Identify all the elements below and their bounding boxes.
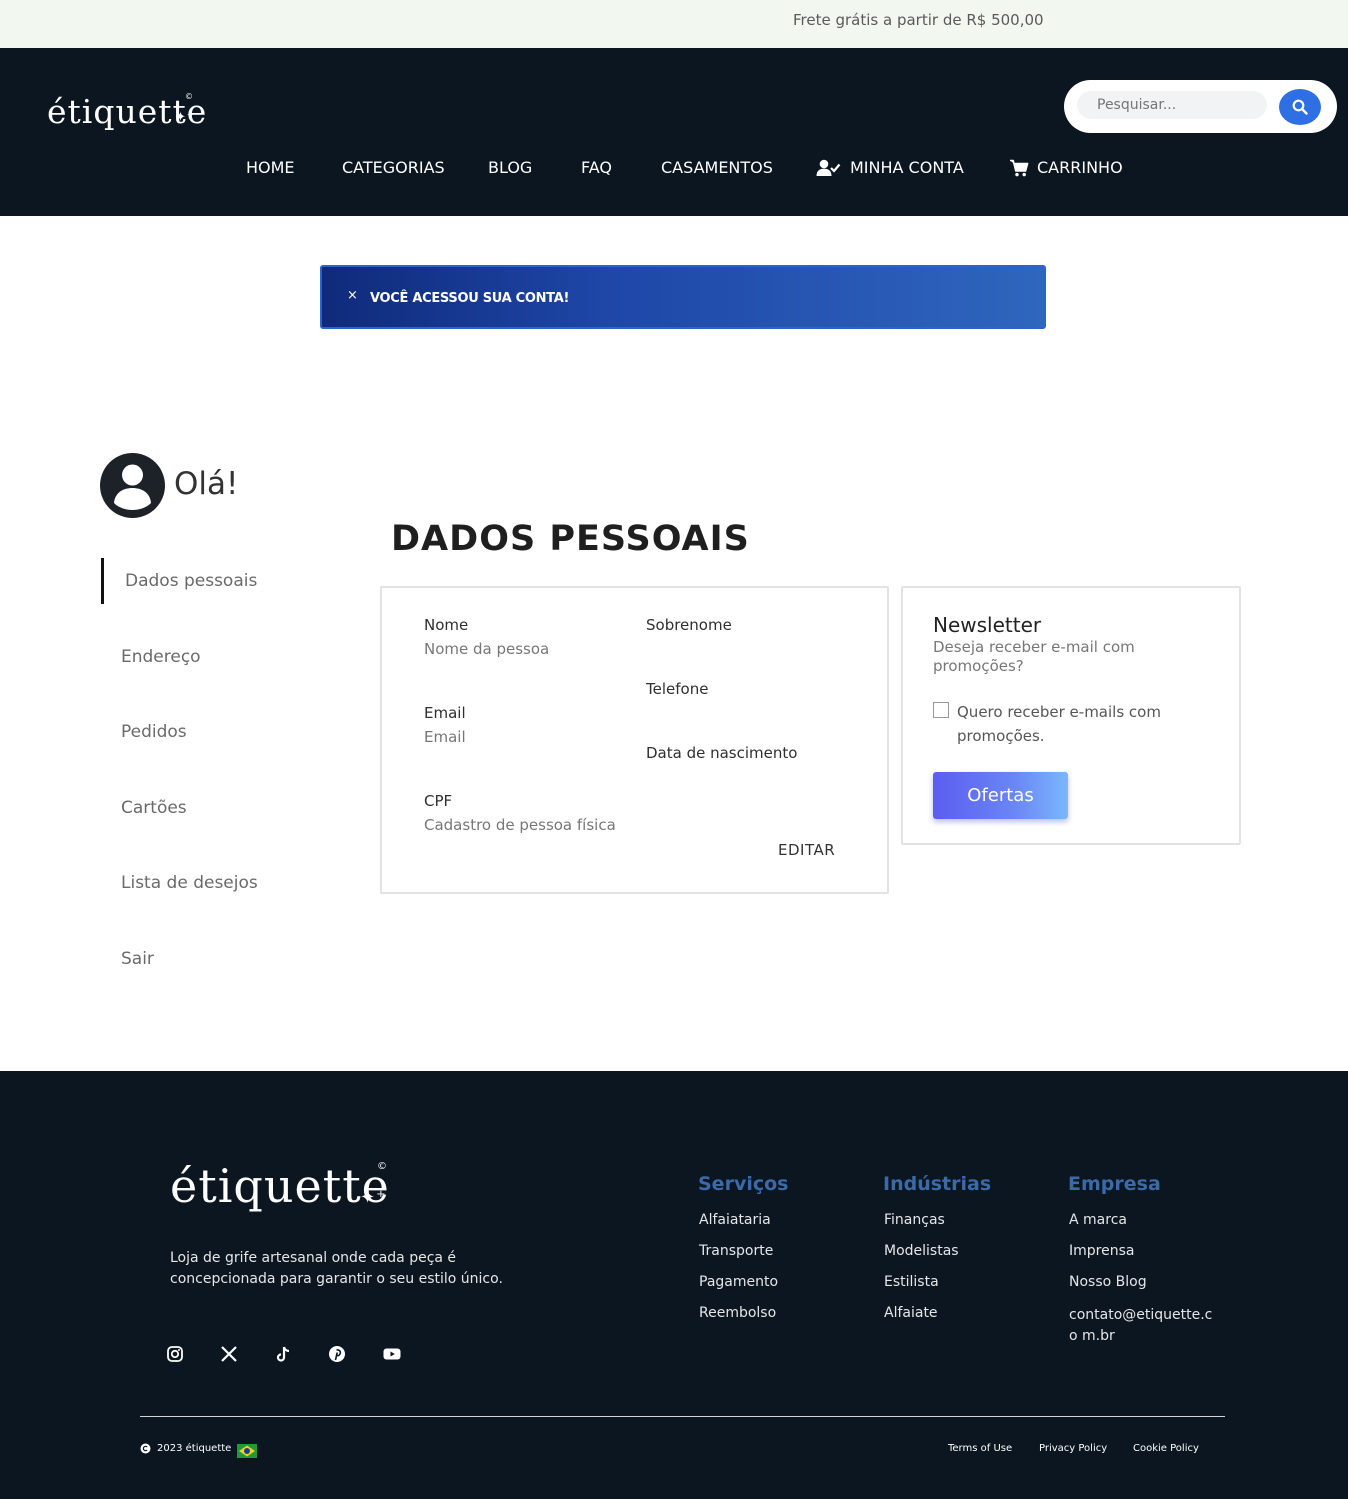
- sidebar-item-lista-de-desejos[interactable]: Lista de desejos: [121, 873, 258, 893]
- login-success-alert: × VOCÊ ACESSOU SUA CONTA!: [320, 265, 1046, 329]
- footer-divider: [140, 1416, 1225, 1417]
- footer-terms-link[interactable]: Terms of Use: [948, 1443, 1012, 1454]
- email-label: Email: [424, 704, 466, 722]
- footer-link-reembolso[interactable]: Reembolso: [699, 1305, 776, 1321]
- cart-icon: [1010, 159, 1029, 176]
- sidebar-item-endereco[interactable]: Endereço: [121, 647, 201, 667]
- page-title: DADOS PESSOAIS: [391, 519, 750, 559]
- footer-cookie-link[interactable]: Cookie Policy: [1133, 1443, 1199, 1454]
- nav-home-label: HOME: [246, 158, 295, 177]
- footer-privacy-link[interactable]: Privacy Policy: [1039, 1443, 1107, 1454]
- footer-link-alfaiate[interactable]: Alfaiate: [884, 1305, 938, 1321]
- email-value: Email: [424, 728, 466, 746]
- nav-home[interactable]: HOME: [246, 158, 295, 177]
- footer-link-modelistas[interactable]: Modelistas: [884, 1243, 959, 1259]
- sparkle-icon: ✦⁺: [360, 1187, 387, 1208]
- sidebar-item-pedidos[interactable]: Pedidos: [121, 722, 187, 742]
- footer-description: Loja de grife artesanal onde cada peça é…: [170, 1250, 503, 1287]
- brazil-flag-icon[interactable]: [237, 1444, 257, 1458]
- nav-casamentos-label: CASAMENTOS: [661, 158, 773, 177]
- offers-button[interactable]: Ofertas: [933, 772, 1068, 819]
- newsletter-card: Newsletter Deseja receber e-mail com pro…: [901, 586, 1241, 845]
- footer-link-alfaiataria[interactable]: Alfaiataria: [699, 1212, 771, 1228]
- nav-blog-label: BLOG: [488, 158, 533, 177]
- avatar: [100, 453, 165, 518]
- footer-heading-servicos: Serviços: [698, 1173, 789, 1195]
- promo-text: Frete grátis a partir de R$ 500,00: [793, 11, 1044, 29]
- close-alert-button[interactable]: ×: [347, 288, 358, 303]
- nav-blog[interactable]: BLOG: [488, 158, 532, 177]
- nav-minha-conta-label: MINHA CONTA: [850, 158, 964, 177]
- registered-mark-icon: ©: [185, 92, 194, 101]
- footer-heading-empresa: Empresa: [1068, 1173, 1161, 1195]
- copyright-text: 2023 étiquette: [157, 1443, 232, 1454]
- telefone-label: Telefone: [646, 680, 709, 698]
- sidebar-item-sair[interactable]: Sair: [121, 949, 154, 969]
- promo-bar: Frete grátis a partir de R$ 500,00: [0, 0, 1348, 48]
- user-check-icon: [816, 159, 841, 176]
- footer-link-financas[interactable]: Finanças: [884, 1212, 945, 1228]
- nav-faq[interactable]: FAQ: [581, 158, 612, 177]
- nav-categorias[interactable]: CATEGORIAS: [342, 158, 445, 177]
- footer-link-contact-email[interactable]: contato@etiquette.co m.br: [1069, 1305, 1219, 1347]
- search-box: [1064, 80, 1337, 133]
- newsletter-title: Newsletter: [933, 613, 1042, 637]
- footer-copyright: 2023 étiquette: [140, 1443, 231, 1454]
- nav-categorias-label: CATEGORIAS: [342, 158, 445, 177]
- footer-link-nosso-blog[interactable]: Nosso Blog: [1069, 1274, 1147, 1290]
- nav-casamentos[interactable]: CASAMENTOS: [661, 158, 773, 177]
- instagram-icon[interactable]: [165, 1344, 185, 1364]
- footer-link-imprensa[interactable]: Imprensa: [1069, 1243, 1134, 1259]
- cpf-value: Cadastro de pessoa física: [424, 816, 616, 834]
- copyright-icon: [140, 1443, 151, 1454]
- pinterest-icon[interactable]: [327, 1344, 347, 1364]
- edit-button[interactable]: EDITAR: [778, 841, 835, 859]
- search-icon: [1292, 99, 1308, 115]
- newsletter-subtitle: Deseja receber e-mail com promoções?: [933, 638, 1135, 675]
- footer-link-transporte[interactable]: Transporte: [699, 1243, 773, 1259]
- footer-logo-text: étiquette: [170, 1159, 390, 1213]
- nav-minha-conta[interactable]: MINHA CONTA: [816, 158, 964, 177]
- nav-carrinho-label: CARRINHO: [1037, 158, 1123, 177]
- footer-link-estilista[interactable]: Estilista: [884, 1274, 939, 1290]
- main-nav: HOME CATEGORIAS BLOG FAQ CASAMENTOS MINH…: [0, 158, 1348, 180]
- cpf-label: CPF: [424, 792, 453, 810]
- site-footer: étiquette © ✦⁺ Loja de grife artesanal o…: [0, 1071, 1348, 1499]
- sobrenome-label: Sobrenome: [646, 616, 732, 634]
- nav-faq-label: FAQ: [581, 158, 612, 177]
- site-logo[interactable]: étiquette © ✦⁺: [47, 92, 207, 131]
- tiktok-icon[interactable]: [273, 1344, 293, 1364]
- newsletter-checkbox[interactable]: [933, 702, 949, 718]
- nome-value: Nome da pessoa: [424, 640, 550, 658]
- footer-heading-industrias: Indústrias: [883, 1173, 992, 1195]
- sparkle-icon: ✦⁺: [175, 110, 195, 125]
- nome-label: Nome: [424, 616, 469, 634]
- newsletter-checkbox-label[interactable]: Quero receber e-mails com promoções.: [957, 700, 1197, 748]
- site-header: étiquette © ✦⁺ HOME CATEGORIAS BLOG FAQ …: [0, 48, 1348, 216]
- sidebar-item-dados-pessoais[interactable]: Dados pessoais: [125, 571, 257, 591]
- footer-link-a-marca[interactable]: A marca: [1069, 1212, 1127, 1228]
- x-icon[interactable]: [219, 1344, 239, 1364]
- registered-mark-icon: ©: [377, 1161, 388, 1172]
- sidebar-item-cartoes[interactable]: Cartões: [121, 798, 187, 818]
- sidebar-active-indicator: [101, 558, 104, 604]
- alert-message: VOCÊ ACESSOU SUA CONTA!: [370, 291, 570, 306]
- nav-carrinho[interactable]: CARRINHO: [1009, 158, 1123, 177]
- user-avatar-icon: [114, 464, 151, 510]
- data-nascimento-label: Data de nascimento: [646, 744, 798, 762]
- greeting-text: Olá!: [174, 466, 239, 502]
- search-button[interactable]: [1279, 89, 1321, 125]
- search-input[interactable]: [1077, 91, 1267, 119]
- footer-logo[interactable]: étiquette © ✦⁺: [170, 1159, 390, 1213]
- footer-link-pagamento[interactable]: Pagamento: [699, 1274, 778, 1290]
- personal-data-card: Nome Nome da pessoa Sobrenome Telefone E…: [380, 586, 889, 894]
- youtube-icon[interactable]: [382, 1344, 402, 1364]
